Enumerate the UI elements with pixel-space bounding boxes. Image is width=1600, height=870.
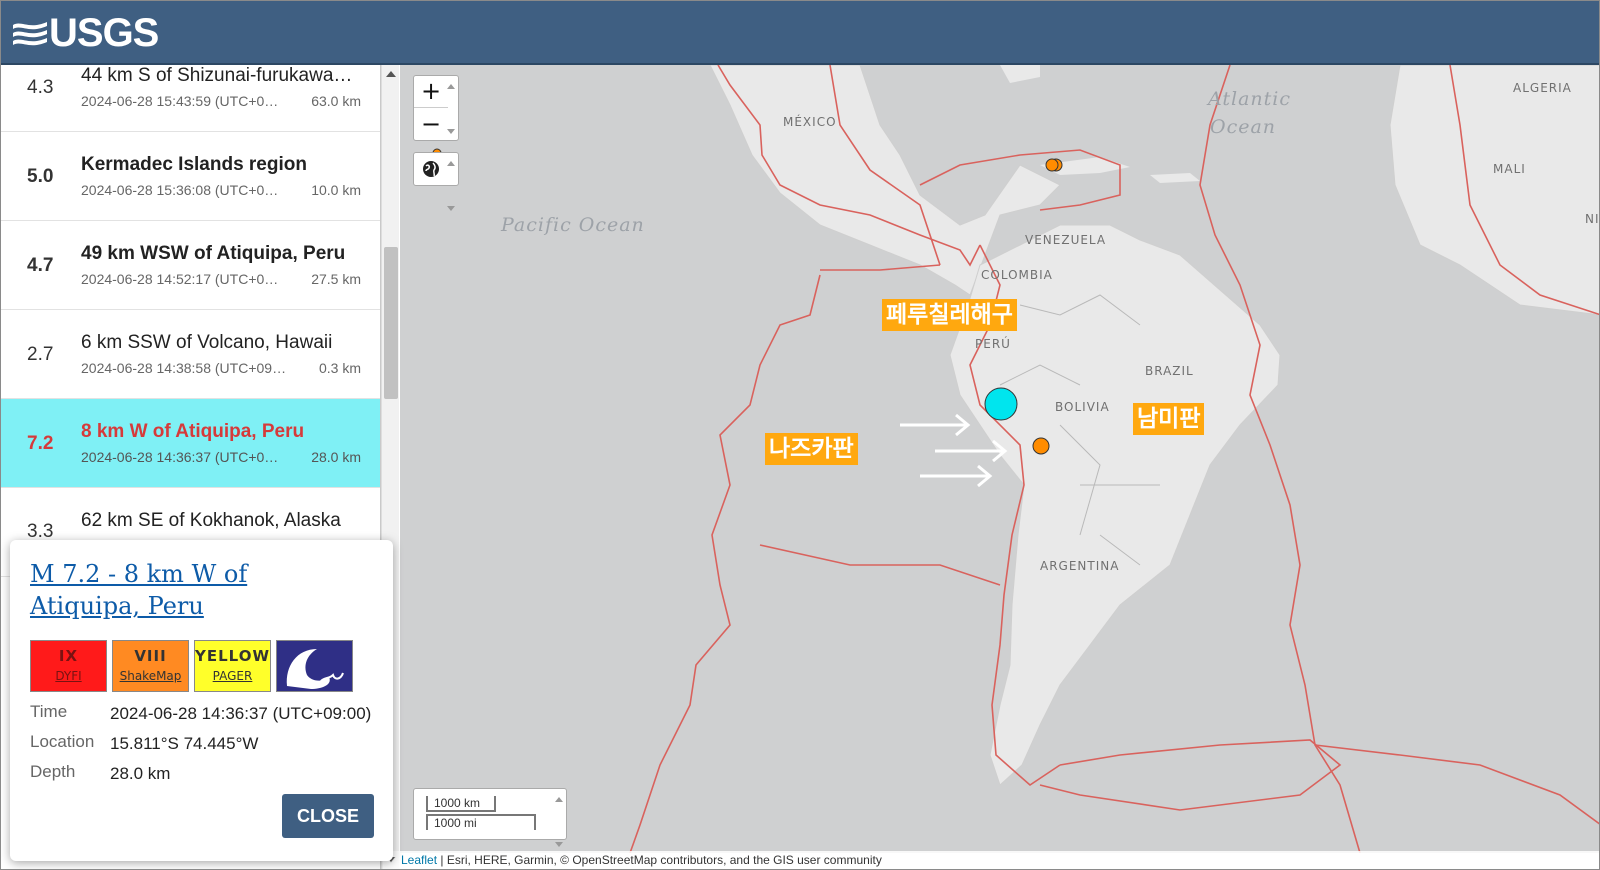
label-algeria: ALGERIA — [1513, 81, 1572, 95]
attribution-text: | Esri, HERE, Garmin, © OpenStreetMap co… — [437, 853, 882, 867]
earthquake-list: 4.3 44 km S of Shizunai-furukawa… 2024-06-… — [1, 65, 380, 577]
zoom-in-button[interactable]: + — [414, 76, 448, 108]
place-name: Kermadec Islands region — [81, 154, 307, 175]
event-time: 2024-06-28 14:36:37 (UTC+0… — [81, 449, 279, 465]
scroll-up-arrow-icon[interactable] — [386, 71, 396, 77]
earthquake-list-item[interactable]: 4.3 44 km S of Shizunai-furukawa… 2024-06-… — [1, 65, 380, 132]
dyfi-badge[interactable]: IX DYFI — [30, 640, 107, 692]
layers-control-scroller[interactable] — [447, 157, 456, 215]
event-time: 2024-06-28 14:38:58 (UTC+09… — [81, 360, 287, 376]
detail-value: 15.811°S 74.445°W — [110, 734, 259, 753]
dyfi-label: DYFI — [55, 669, 82, 683]
zoom-out-button[interactable]: − — [414, 109, 448, 141]
event-time: 2024-06-28 15:36:08 (UTC+0… — [81, 182, 279, 198]
scale-control: 1000 km 1000 mi — [413, 788, 567, 847]
magnitude: 2.7 — [27, 344, 54, 365]
pager-value: YELLOW — [195, 647, 270, 665]
scroll-thumb[interactable] — [384, 247, 398, 399]
place-name: 49 km WSW of Atiquipa, Peru — [81, 243, 346, 264]
globe-icon[interactable] — [422, 160, 440, 178]
event-depth: 10.0 km — [311, 182, 361, 198]
pager-label: PAGER — [212, 669, 253, 683]
shakemap-badge[interactable]: VIII ShakeMap — [112, 640, 189, 692]
magnitude: 5.0 — [27, 166, 54, 187]
earthquake-marker[interactable] — [1045, 158, 1059, 172]
selected-earthquake-marker[interactable] — [984, 387, 1018, 421]
earthquake-list-item[interactable]: 7.2 8 km W of Atiquipa, Peru 2024-06-28 14… — [1, 399, 380, 488]
usgs-wave-icon — [13, 18, 47, 48]
scale-km: 1000 km — [426, 796, 496, 812]
earthquake-list-item[interactable]: 2.7 6 km SSW of Volcano, Hawaii 2024-06-28… — [1, 310, 380, 399]
label-bolivia: BOLIVIA — [1055, 400, 1110, 414]
detail-label: Depth — [30, 762, 76, 781]
place-name: 44 km S of Shizunai-furukawa… — [81, 65, 353, 86]
detail-label: Location — [30, 732, 95, 751]
detail-value: 28.0 km — [110, 764, 171, 783]
label-brazil: BRAZIL — [1145, 364, 1194, 378]
impact-badges: IX DYFI VIII ShakeMap YELLOW PAGER — [30, 640, 353, 692]
annotation-nazca-plate: 나즈카판 — [765, 433, 858, 465]
scale-mi: 1000 mi — [426, 814, 536, 830]
close-button[interactable]: CLOSE — [282, 794, 374, 838]
magnitude: 4.7 — [27, 255, 54, 276]
scroll-down-arrow-icon — [447, 206, 455, 211]
layers-control — [413, 152, 459, 211]
scroll-up-arrow-icon — [555, 797, 563, 802]
event-depth: 27.5 km — [311, 271, 361, 287]
event-time: 2024-06-28 15:43:59 (UTC+0… — [81, 93, 279, 109]
label-ni: NI — [1585, 212, 1600, 226]
label-peru: PERÚ — [975, 337, 1011, 351]
earthquake-marker[interactable] — [1032, 437, 1050, 455]
annotation-peru-chile-trench: 페루칠레해구 — [882, 299, 1017, 331]
shakemap-label: ShakeMap — [119, 669, 182, 683]
scroll-up-arrow-icon — [447, 84, 455, 89]
zoom-control-scroller[interactable] — [447, 80, 456, 138]
pager-badge[interactable]: YELLOW PAGER — [194, 640, 271, 692]
place-name: 6 km SSW of Volcano, Hawaii — [81, 332, 333, 353]
header-bar: USGS — [1, 1, 1599, 65]
event-depth: 28.0 km — [311, 449, 361, 465]
tsunami-icon — [277, 641, 352, 691]
place-name: 8 km W of Atiquipa, Peru — [81, 421, 305, 442]
tsunami-badge[interactable] — [276, 640, 353, 692]
zoom-control: + − — [413, 75, 459, 141]
earthquake-list-item[interactable]: 4.7 49 km WSW of Atiquipa, Peru 2024-06-28… — [1, 221, 380, 310]
app-window: USGS 4.3 44 km S of Shizunai-furukawa… 202… — [0, 0, 1600, 870]
event-depth: 0.3 km — [318, 360, 361, 376]
label-atlantic-ocean-1: Atlantic — [1208, 88, 1292, 110]
label-pacific-ocean: Pacific Ocean — [501, 214, 645, 236]
logo-text: USGS — [49, 11, 159, 55]
map-attribution: Leaflet | Esri, HERE, Garmin, © OpenStre… — [383, 851, 1599, 869]
popup-title-link[interactable]: M 7.2 - 8 km W of Atiquipa, Peru — [30, 558, 360, 622]
label-mexico: MÉXICO — [783, 115, 837, 129]
basemap — [400, 65, 1599, 853]
leaflet-link[interactable]: Leaflet — [401, 853, 437, 867]
annotation-south-american-plate: 남미판 — [1133, 403, 1205, 435]
label-mali: MALI — [1493, 162, 1526, 176]
label-argentina: ARGENTINA — [1040, 559, 1120, 573]
scale-control-scroller[interactable] — [555, 793, 564, 851]
detail-label: Time — [30, 702, 68, 721]
usgs-logo[interactable]: USGS — [13, 11, 159, 55]
place-name: 62 km SE of Kokhanok, Alaska — [81, 510, 341, 531]
earthquake-list-item[interactable]: 5.0 Kermadec Islands region 2024-06-28 15:… — [1, 132, 380, 221]
scroll-down-arrow-icon — [447, 129, 455, 134]
event-time: 2024-06-28 14:52:17 (UTC+0… — [81, 271, 279, 287]
shakemap-value: VIII — [134, 647, 167, 665]
scroll-up-arrow-icon — [447, 161, 455, 166]
magnitude: 4.3 — [27, 77, 54, 98]
earthquake-details-popup: M 7.2 - 8 km W of Atiquipa, Peru IX DYFI… — [10, 540, 393, 861]
detail-value: 2024-06-28 14:36:37 (UTC+09:00) — [110, 704, 372, 723]
magnitude: 7.2 — [27, 433, 54, 454]
event-depth: 63.0 km — [311, 93, 361, 109]
label-venezuela: VENEZUELA — [1025, 233, 1107, 247]
label-colombia: COLOMBIA — [981, 268, 1053, 282]
scroll-down-arrow-icon — [555, 842, 563, 847]
dyfi-value: IX — [58, 647, 79, 665]
map-view[interactable]: MÉXICO VENEZUELA COLOMBIA PERÚ BOLIVIA B… — [400, 65, 1600, 853]
label-atlantic-ocean-2: Ocean — [1210, 116, 1277, 138]
